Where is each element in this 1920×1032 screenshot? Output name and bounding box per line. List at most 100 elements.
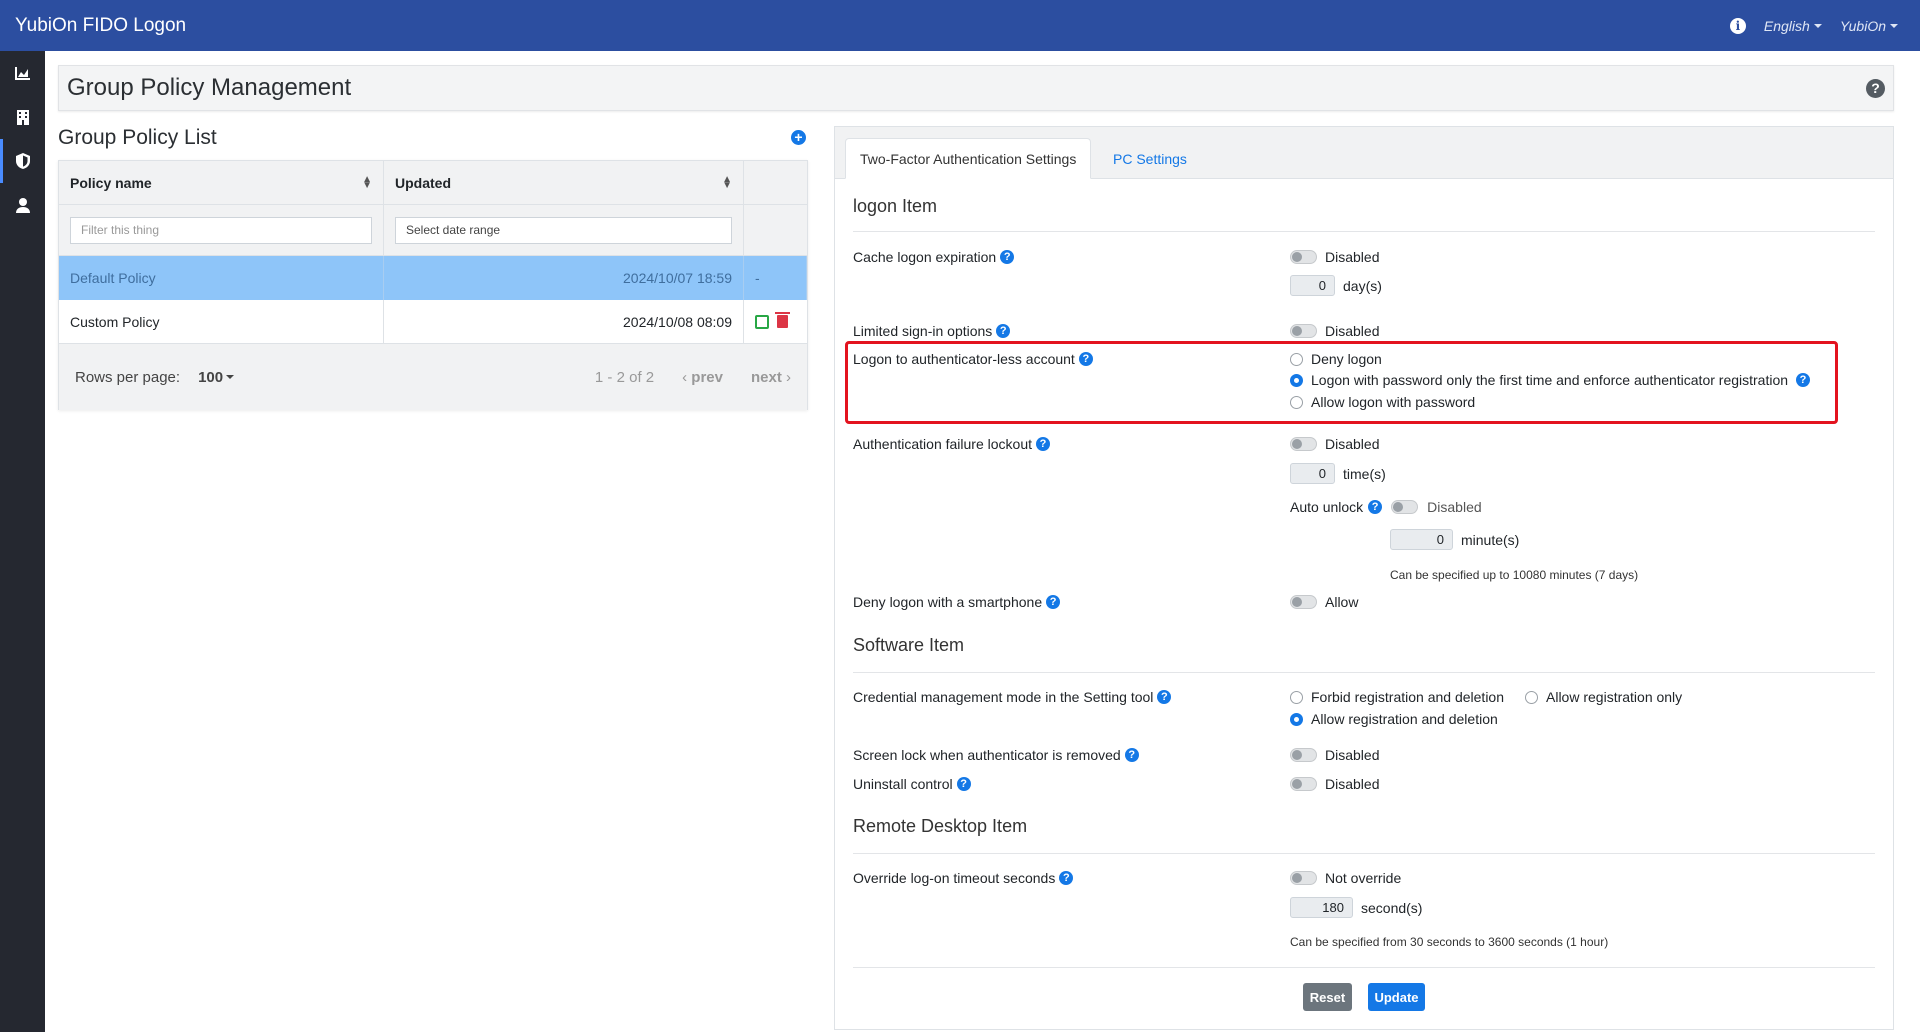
updated-cell: 2024/10/08 08:09 [384, 300, 744, 343]
label-text: Override log-on timeout seconds [853, 870, 1056, 886]
language-dropdown[interactable]: English [1764, 18, 1822, 34]
uninstall-control-label: Uninstall control? [853, 776, 971, 792]
help-icon[interactable]: ? [1036, 437, 1050, 451]
toggle-state: Not override [1325, 870, 1402, 886]
page-range: 1 - 2 of 2 [594, 368, 655, 386]
cache-days-input[interactable]: 0 [1290, 275, 1335, 296]
radio-forbid-registration[interactable] [1290, 690, 1303, 704]
limited-signin-toggle-row: Disabled [1290, 323, 1379, 339]
toggle-state: Allow [1325, 594, 1359, 610]
policy-name-cell: Custom Policy [59, 300, 384, 343]
toggle-state: Disabled [1325, 249, 1380, 265]
dashboard-icon [14, 67, 30, 80]
help-icon[interactable]: ? [1157, 690, 1172, 704]
rows-per-page-select[interactable]: 100 [198, 369, 235, 386]
next-page-button[interactable]: next › [751, 369, 791, 386]
smartphone-toggle[interactable] [1290, 595, 1317, 609]
tab-two-factor[interactable]: Two-Factor Authentication Settings [845, 138, 1092, 179]
table-row[interactable]: Default Policy 2024/10/07 18:59 - [59, 256, 807, 300]
help-icon[interactable]: ? [996, 324, 1011, 338]
help-icon[interactable]: ? [1059, 871, 1074, 885]
radio-option[interactable]: Allow registration only [1525, 689, 1682, 705]
top-navbar: YubiOn FIDO Logon i English YubiOn [0, 0, 1920, 51]
column-header-policy-name[interactable]: Policy name ▲ ▼ [59, 161, 384, 204]
lockout-times-input[interactable]: 0 [1290, 463, 1335, 484]
limited-signin-label: Limited sign-in options? [853, 323, 1011, 339]
page-title: Group Policy Management [67, 74, 352, 101]
filter-cell: Select date range [384, 205, 744, 255]
help-icon[interactable]: ? [1368, 500, 1383, 514]
timeout-seconds-row: 180 second(s) [1290, 897, 1422, 918]
actions-cell: - [744, 256, 807, 300]
updated-date: 2024/10/07 18:59 [623, 270, 732, 286]
smartphone-label: Deny logon with a smartphone? [853, 594, 1061, 610]
auto-unlock-hint: Can be specified up to 10080 minutes (7 … [1390, 568, 1639, 582]
radio-option[interactable]: Allow registration and deletion [1290, 711, 1498, 727]
uninstall-toggle[interactable] [1290, 777, 1317, 791]
toggle-state: Disabled [1325, 323, 1380, 339]
toggle-state: Disabled [1325, 776, 1380, 792]
policy-table: Policy name ▲ ▼ Updated ▲ ▼ Filter this thin… [58, 160, 808, 410]
update-button[interactable]: Update [1368, 983, 1425, 1011]
timeout-seconds-input[interactable]: 180 [1290, 897, 1353, 918]
toggle-state: Disabled [1427, 499, 1482, 515]
table-header: Policy name ▲ ▼ Updated ▲ ▼ [59, 161, 807, 205]
sidebar-item-users[interactable] [0, 183, 45, 227]
policy-name-cell: Default Policy [59, 256, 384, 300]
app-title[interactable]: YubiOn FIDO Logon [0, 15, 186, 37]
radio-option[interactable]: Forbid registration and deletion [1290, 689, 1504, 705]
label-text: Cache logon expiration [853, 249, 997, 265]
radio-allow-registration-deletion[interactable] [1290, 712, 1303, 726]
table-row[interactable]: Custom Policy 2024/10/08 08:09 [59, 300, 807, 344]
timeout-toggle[interactable] [1290, 871, 1317, 885]
auto-unlock-minutes-input[interactable]: 0 [1390, 529, 1453, 550]
auto-unlock-toggle[interactable] [1391, 500, 1419, 514]
limited-signin-toggle[interactable] [1290, 324, 1317, 338]
section-title-logon: logon Item [853, 196, 938, 216]
column-header-actions [744, 161, 807, 204]
help-icon[interactable]: ? [956, 777, 971, 791]
column-label: Policy name [70, 174, 152, 191]
shield-icon [15, 153, 30, 169]
lockout-toggle[interactable] [1290, 437, 1317, 451]
pagination: 1 - 2 of 2 ‹ prev next › [595, 369, 791, 386]
tab-pc-settings[interactable]: PC Settings [1099, 138, 1201, 179]
filter-cell [744, 205, 807, 255]
cache-logon-toggle[interactable] [1290, 250, 1317, 264]
user-dropdown[interactable]: YubiOn [1840, 18, 1898, 34]
sort-icon: ▲ ▼ [362, 173, 372, 191]
reset-button[interactable]: Reset [1303, 983, 1352, 1011]
edit-icon[interactable] [755, 314, 769, 329]
lockout-times-row: 0 time(s) [1290, 463, 1386, 484]
help-icon[interactable]: ? [1046, 595, 1061, 609]
sidebar-item-organization[interactable] [0, 95, 45, 139]
actions-cell [744, 300, 807, 343]
help-icon[interactable]: ? [1124, 748, 1139, 762]
unit-label: second(s) [1361, 899, 1423, 916]
info-icon[interactable]: i [1729, 17, 1746, 34]
sidebar [0, 51, 45, 1032]
help-icon[interactable]: ? [1000, 250, 1015, 264]
cache-days-row: 0 day(s) [1290, 275, 1382, 296]
column-header-updated[interactable]: Updated ▲ ▼ [384, 161, 744, 204]
screen-lock-toggle[interactable] [1290, 748, 1317, 762]
cache-logon-toggle-row: Disabled [1290, 249, 1379, 265]
label-text: Uninstall control [853, 776, 953, 792]
sidebar-item-policy[interactable] [0, 139, 45, 183]
chevron-down-icon [226, 375, 235, 379]
label-text: Credential management mode in the Settin… [853, 689, 1154, 705]
prev-page-button[interactable]: ‹ prev [682, 369, 723, 386]
trash-icon[interactable] [775, 312, 790, 328]
policy-name-filter-input[interactable]: Filter this thing [70, 216, 372, 244]
unit-label: time(s) [1343, 465, 1386, 482]
updated-date: 2024/10/08 08:09 [623, 313, 732, 330]
help-icon[interactable]: ? [1866, 78, 1885, 98]
date-range-filter-input[interactable]: Select date range [395, 216, 732, 244]
sidebar-item-dashboard[interactable] [0, 51, 45, 95]
uninstall-toggle-row: Disabled [1290, 776, 1379, 792]
language-label: English [1763, 17, 1810, 34]
timeout-toggle-row: Not override [1290, 870, 1401, 886]
chevron-left-icon: ‹ [682, 368, 692, 386]
add-policy-icon[interactable]: + [791, 130, 806, 145]
radio-allow-registration-only[interactable] [1525, 690, 1538, 704]
